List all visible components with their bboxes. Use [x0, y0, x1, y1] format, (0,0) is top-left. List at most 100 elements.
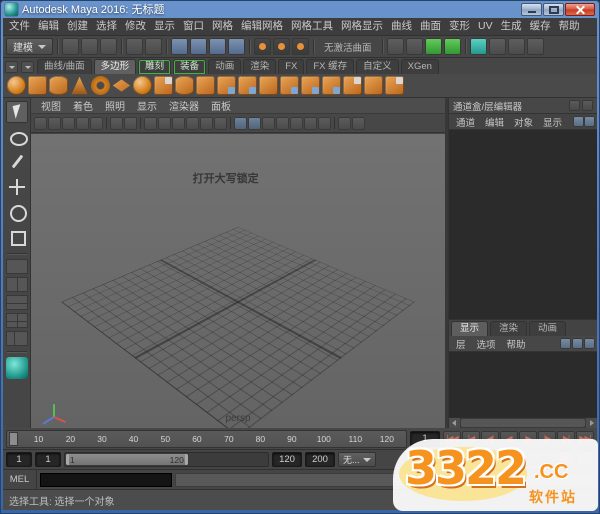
- menu-modify[interactable]: 修改: [121, 18, 150, 35]
- separate-icon[interactable]: [238, 76, 257, 95]
- animation-start-field[interactable]: 1: [6, 452, 32, 467]
- safe-title-icon[interactable]: [214, 117, 227, 130]
- selection-mask-icon[interactable]: [406, 38, 423, 55]
- menu-edit-mesh[interactable]: 编辑网格: [237, 18, 287, 35]
- tool-settings-toggle-icon[interactable]: [508, 38, 525, 55]
- panel-menu-view[interactable]: 视图: [35, 98, 67, 113]
- two-d-pan-zoom-icon[interactable]: [110, 117, 123, 130]
- channel-list-area[interactable]: [449, 130, 597, 320]
- render-view-icon[interactable]: [254, 38, 271, 55]
- bevel-icon[interactable]: [385, 76, 404, 95]
- layer-tab-anim[interactable]: 动画: [529, 321, 566, 336]
- animation-end-field[interactable]: 200: [305, 452, 335, 467]
- create-empty-layer-icon[interactable]: [572, 338, 583, 349]
- symmetry-icon[interactable]: [425, 38, 442, 55]
- extract-icon[interactable]: [259, 76, 278, 95]
- shaded-icon[interactable]: [248, 117, 261, 130]
- safe-action-icon[interactable]: [200, 117, 213, 130]
- panel-menu-lighting[interactable]: 照明: [99, 98, 131, 113]
- scale-tool-icon[interactable]: [6, 226, 28, 248]
- shelf-tab-sculpting[interactable]: 雕刻: [138, 59, 171, 74]
- layer-scrollbar[interactable]: [449, 417, 597, 428]
- close-panel-icon[interactable]: [582, 100, 593, 111]
- poly-cube-icon[interactable]: [28, 76, 47, 95]
- menu-surfaces[interactable]: 曲面: [416, 18, 445, 35]
- panel-menu-panels[interactable]: 面板: [205, 98, 237, 113]
- channel-object-menu[interactable]: 对象: [509, 115, 538, 129]
- channel-box-toggle-icon[interactable]: [527, 38, 544, 55]
- poly-disc-icon[interactable]: [133, 76, 152, 95]
- menu-help[interactable]: 帮助: [555, 18, 584, 35]
- minimize-button[interactable]: [521, 3, 542, 16]
- snap-to-grid-icon[interactable]: [171, 38, 188, 55]
- playback-end-field[interactable]: 120: [272, 452, 302, 467]
- menu-mesh-tools[interactable]: 网格工具: [287, 18, 337, 35]
- time-slider-ruler[interactable]: 10 20 30 40 50 60 70 80 90 100 110 120: [6, 430, 407, 448]
- menu-set-dropdown[interactable]: 建模: [6, 38, 53, 55]
- attribute-editor-toggle-icon[interactable]: [489, 38, 506, 55]
- command-input[interactable]: [40, 473, 172, 487]
- poly-plane-icon[interactable]: [112, 76, 131, 95]
- extrude-icon[interactable]: [364, 76, 383, 95]
- menu-cache[interactable]: 缓存: [526, 18, 555, 35]
- textured-icon[interactable]: [262, 117, 275, 130]
- poly-pipe-icon[interactable]: [175, 76, 194, 95]
- panel-menu-shading[interactable]: 着色: [67, 98, 99, 113]
- field-chart-icon[interactable]: [186, 117, 199, 130]
- lock-camera-icon[interactable]: [48, 117, 61, 130]
- menu-uv[interactable]: UV: [474, 18, 497, 35]
- menu-mesh-display[interactable]: 网格显示: [337, 18, 387, 35]
- grease-pencil-icon[interactable]: [124, 117, 137, 130]
- shelf-tab-curves-surfaces[interactable]: 曲线/曲面: [37, 59, 92, 74]
- rotate-tool-icon[interactable]: [6, 201, 28, 223]
- camera-attributes-icon[interactable]: [62, 117, 75, 130]
- open-scene-icon[interactable]: [81, 38, 98, 55]
- boolean-union-icon[interactable]: [280, 76, 299, 95]
- shelf-tab-fx[interactable]: FX: [278, 59, 304, 74]
- menu-file[interactable]: 文件: [5, 18, 34, 35]
- poly-prism-icon[interactable]: [196, 76, 215, 95]
- wireframe-icon[interactable]: [234, 117, 247, 130]
- hypershade-layout-icon[interactable]: [6, 357, 28, 379]
- poly-sphere-icon[interactable]: [7, 76, 26, 95]
- scrollbar-thumb[interactable]: [461, 419, 585, 427]
- shelf-tab-menu-icon[interactable]: [21, 61, 34, 73]
- render-current-frame-icon[interactable]: [273, 38, 290, 55]
- poly-cone-icon[interactable]: [70, 76, 89, 95]
- use-all-lights-icon[interactable]: [276, 117, 289, 130]
- scroll-left-icon[interactable]: [449, 418, 460, 428]
- scroll-right-icon[interactable]: [586, 418, 597, 428]
- snap-to-curve-icon[interactable]: [190, 38, 207, 55]
- layer-options-menu[interactable]: 选项: [472, 337, 501, 351]
- combine-icon[interactable]: [217, 76, 236, 95]
- layout-four-panes-button[interactable]: [6, 313, 28, 328]
- poly-torus-icon[interactable]: [91, 76, 110, 95]
- speed-control-icon[interactable]: [584, 116, 595, 127]
- layout-single-pane-button[interactable]: [6, 259, 28, 274]
- menu-mesh[interactable]: 网格: [208, 18, 237, 35]
- layout-two-panes-stacked-button[interactable]: [6, 295, 28, 310]
- platonic-solid-icon[interactable]: [154, 76, 173, 95]
- resolution-gate-icon[interactable]: [158, 117, 171, 130]
- lasso-select-tool-icon[interactable]: [6, 126, 28, 148]
- menu-display[interactable]: 显示: [150, 18, 179, 35]
- viewport-canvas[interactable]: 打开大写锁定 persp: [31, 134, 445, 428]
- menu-curves[interactable]: 曲线: [387, 18, 416, 35]
- shelf-tab-polygons[interactable]: 多边形: [94, 59, 137, 74]
- motion-blur-icon[interactable]: [318, 117, 331, 130]
- create-layer-from-selected-icon[interactable]: [584, 338, 595, 349]
- layout-persp-outliner-button[interactable]: [6, 331, 28, 346]
- range-slider-bar[interactable]: 1 120: [66, 454, 188, 465]
- range-slider-track[interactable]: 1 120: [64, 452, 269, 467]
- maximize-button[interactable]: [543, 3, 564, 16]
- layer-help-menu[interactable]: 帮助: [502, 337, 531, 351]
- boolean-difference-icon[interactable]: [301, 76, 320, 95]
- manipulator-icon[interactable]: [573, 116, 584, 127]
- menu-create[interactable]: 创建: [63, 18, 92, 35]
- layers-menu[interactable]: 层: [451, 337, 471, 351]
- pin-panel-icon[interactable]: [569, 100, 580, 111]
- titlebar[interactable]: Autodesk Maya 2016: 无标题: [0, 0, 600, 18]
- save-scene-icon[interactable]: [100, 38, 117, 55]
- menu-generate[interactable]: 生成: [497, 18, 526, 35]
- layout-two-panes-side-button[interactable]: [6, 277, 28, 292]
